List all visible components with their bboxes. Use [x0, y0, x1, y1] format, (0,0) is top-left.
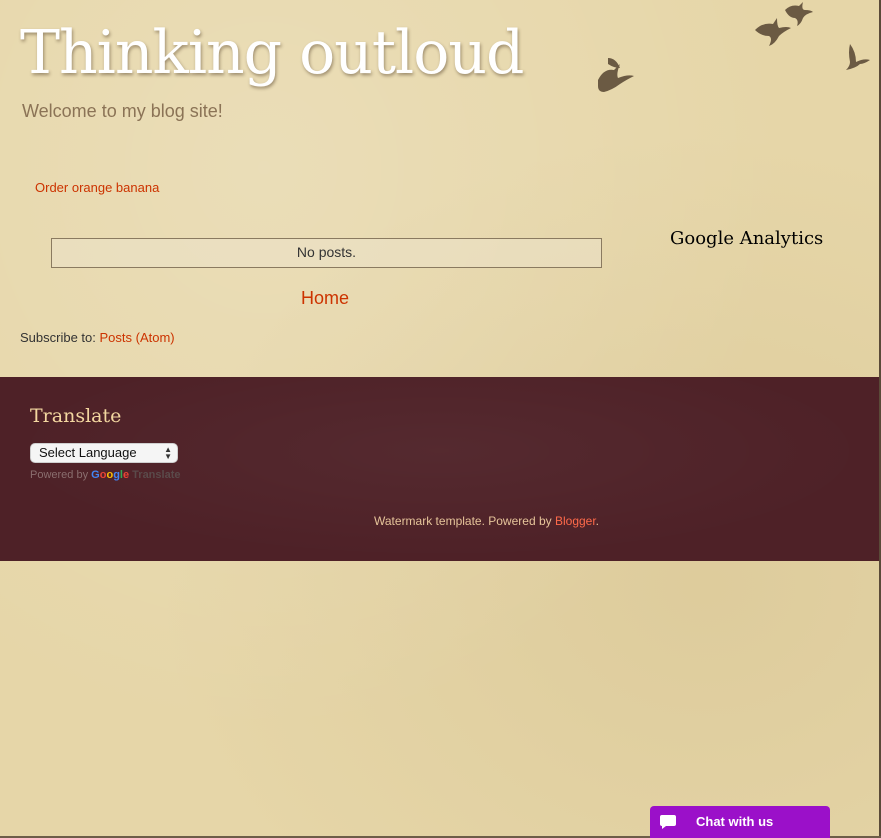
bird-icon	[785, 2, 813, 26]
language-select-value: Select Language	[39, 445, 137, 460]
posts-atom-link[interactable]: Posts (Atom)	[100, 330, 175, 345]
attribution-suffix: .	[595, 514, 600, 528]
blog-title[interactable]: Thinking outloud	[20, 18, 524, 88]
translate-link[interactable]: Translate	[132, 469, 180, 481]
no-posts-message: No posts.	[51, 238, 602, 268]
order-link[interactable]: Order orange banana	[35, 180, 159, 195]
chat-bubble-icon	[660, 815, 676, 829]
bird-icon	[608, 58, 620, 68]
footer-attribution: Watermark template. Powered by Blogger.	[374, 514, 599, 528]
blogger-link[interactable]: Blogger	[555, 514, 596, 528]
subscribe-line: Subscribe to: Posts (Atom)	[20, 330, 175, 345]
powered-by-label: Powered by	[30, 469, 92, 481]
bird-icon	[755, 18, 791, 46]
birds-decoration	[598, 2, 870, 92]
select-arrows-icon: ▲ ▼	[164, 445, 172, 461]
language-select[interactable]: Select Language ▲ ▼	[30, 443, 178, 463]
bird-icon	[846, 44, 870, 70]
google-logo[interactable]: Google	[91, 469, 129, 481]
home-link[interactable]: Home	[301, 288, 349, 309]
bird-icon	[598, 64, 634, 92]
bird-icon	[598, 2, 870, 92]
blog-description: Welcome to my blog site!	[22, 101, 223, 121]
sidebar-google-analytics-title: Google Analytics	[670, 228, 824, 249]
chat-with-us-button[interactable]: Chat with us	[650, 806, 830, 838]
powered-by-google-translate: Powered by Google Translate	[30, 469, 180, 481]
subscribe-label: Subscribe to:	[20, 330, 100, 345]
footer: Translate Select Language ▲ ▼ Powered by …	[0, 377, 879, 561]
chat-button-label: Chat with us	[696, 814, 774, 829]
translate-title: Translate	[30, 405, 122, 427]
attribution-text: Watermark template. Powered by	[374, 514, 555, 528]
